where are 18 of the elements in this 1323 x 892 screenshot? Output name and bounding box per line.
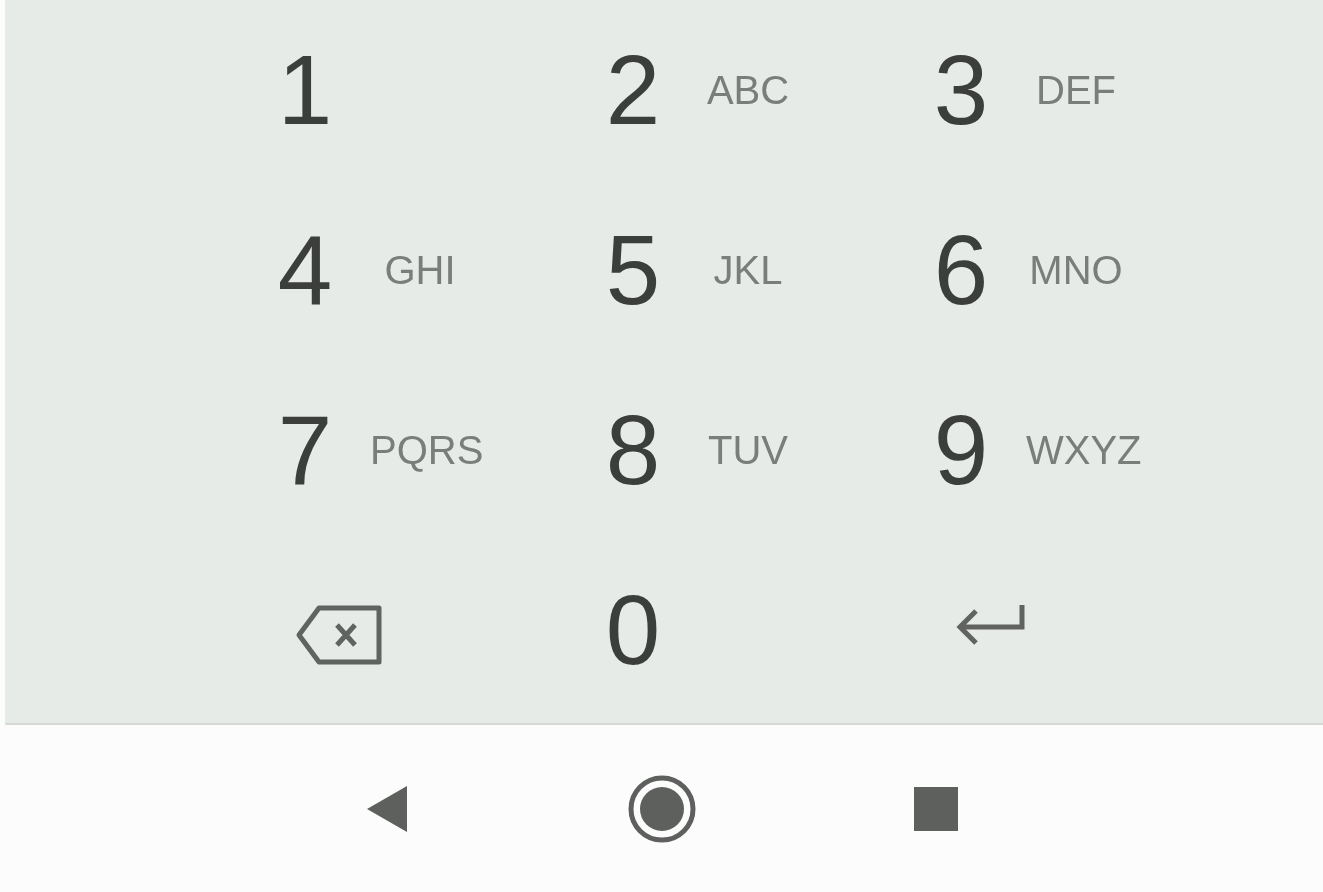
dial-key[interactable]: 1	[240, 0, 568, 180]
dial-key[interactable]: 4 GHI	[240, 180, 568, 360]
dial-key[interactable]: 9 WXYZ	[896, 360, 1224, 540]
back-button[interactable]	[365, 783, 409, 834]
dial-key[interactable]: 7 PQRS	[240, 360, 568, 540]
recents-button[interactable]	[914, 786, 958, 831]
return-arrow-icon	[954, 603, 1026, 647]
home-button[interactable]	[628, 774, 696, 843]
dial-key[interactable]: 6 MNO	[896, 180, 1224, 360]
square-icon	[914, 786, 958, 831]
backspace-icon	[295, 604, 385, 666]
back-triangle-icon	[365, 783, 409, 834]
home-circle-icon	[628, 774, 696, 843]
dial-key[interactable]: 0	[568, 540, 896, 720]
dial-key[interactable]: 2 ABC	[568, 0, 896, 180]
dial-key[interactable]: 3 DEF	[896, 0, 1224, 180]
dial-key[interactable]: 8 TUV	[568, 360, 896, 540]
dial-key[interactable]: 5 JKL	[568, 180, 896, 360]
